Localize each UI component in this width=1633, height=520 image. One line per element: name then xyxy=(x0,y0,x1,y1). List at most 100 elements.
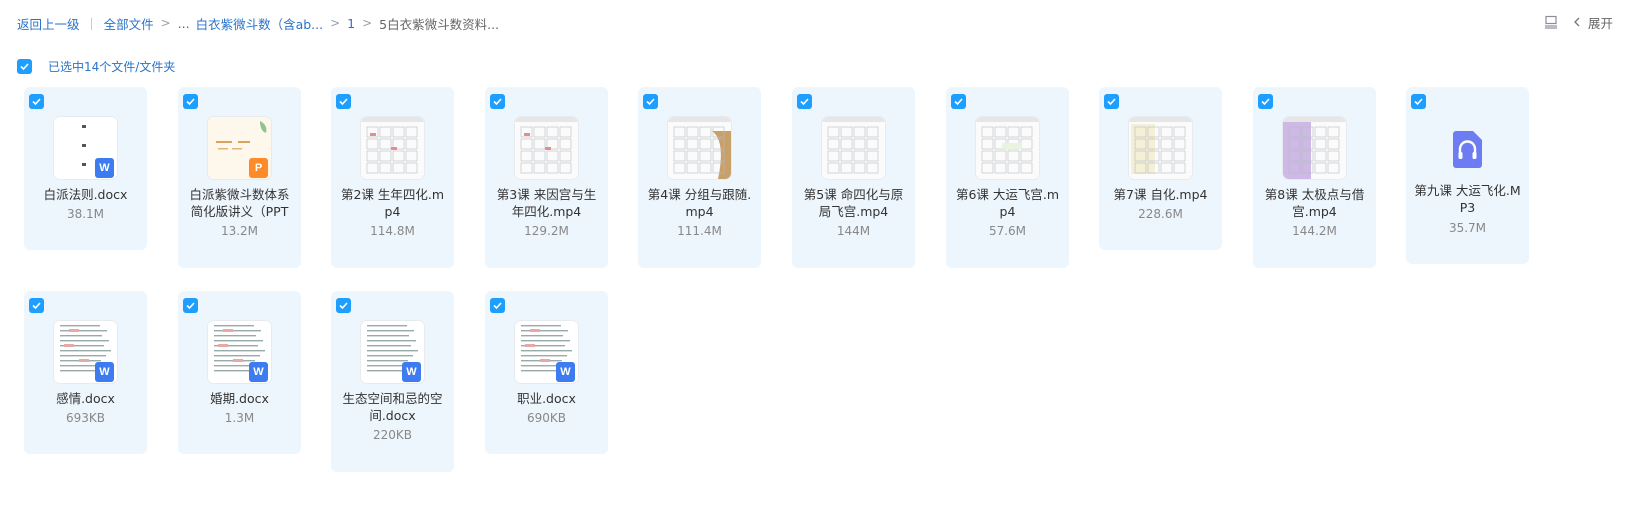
chevron-right-icon: > xyxy=(160,16,171,30)
check-icon xyxy=(800,98,809,106)
selection-count-label: 已选中14个文件/文件夹 xyxy=(48,59,176,74)
file-name: 白派紫微斗数体系简化版讲义（PPT xyxy=(189,187,290,219)
breadcrumb-current: 5白衣紫微斗数资料... xyxy=(379,16,500,32)
word-badge-icon: W xyxy=(402,362,421,382)
file-size: 144M xyxy=(836,224,871,238)
selection-header: 已选中14个文件/文件夹 xyxy=(17,57,175,75)
file-size: 13.2M xyxy=(220,224,259,238)
file-size: 690KB xyxy=(526,411,566,425)
file-name: 第7课 自化.mp4 xyxy=(1113,187,1208,202)
file-size: 57.6M xyxy=(988,224,1027,238)
expand-label: 展开 xyxy=(1587,15,1613,31)
file-size: 693KB xyxy=(65,411,105,425)
file-card[interactable]: 第7课 自化.mp4 228.6M xyxy=(1099,87,1222,250)
view-mode-icon[interactable] xyxy=(1544,15,1558,29)
file-size: 1.3M xyxy=(224,411,255,425)
video-thumbnail xyxy=(822,117,885,179)
file-checkbox[interactable] xyxy=(643,94,658,109)
file-card[interactable]: P 白派紫微斗数体系简化版讲义（PPT 13.2M xyxy=(178,87,301,268)
video-thumbnail xyxy=(976,117,1039,179)
file-checkbox[interactable] xyxy=(29,298,44,313)
chevron-right-icon: > xyxy=(330,16,341,30)
file-size: 114.8M xyxy=(370,224,415,238)
file-card[interactable]: W 白派法则.docx 38.1M xyxy=(24,87,147,250)
breadcrumb-ellipsis[interactable]: ... xyxy=(178,16,190,31)
file-size: 38.1M xyxy=(66,207,105,221)
file-card[interactable]: 第8课 太极点与借宫.mp4 144.2M xyxy=(1253,87,1376,268)
video-thumbnail xyxy=(515,117,578,179)
check-icon xyxy=(646,98,655,106)
breadcrumb-folder-1[interactable]: 白衣紫微斗数（含ab... xyxy=(196,14,324,33)
breadcrumb-bar: 返回上一级 | 全部文件 > ... 白衣紫微斗数（含ab... > 1 > 5… xyxy=(0,0,1633,44)
file-name: 第九课 大运飞化.MP3 xyxy=(1414,183,1521,215)
file-card[interactable]: 第九课 大运飞化.MP3 35.7M xyxy=(1406,87,1529,264)
file-card[interactable]: W 婚期.docx 1.3M xyxy=(178,291,301,454)
file-checkbox[interactable] xyxy=(1411,94,1426,109)
check-icon xyxy=(339,98,348,106)
check-icon xyxy=(954,98,963,106)
file-checkbox[interactable] xyxy=(797,94,812,109)
file-size: 228.6M xyxy=(1138,207,1183,221)
check-icon xyxy=(339,302,348,310)
file-name: 第8课 太极点与借宫.mp4 xyxy=(1264,187,1365,219)
word-badge-icon: W xyxy=(95,158,114,178)
word-badge-icon: W xyxy=(95,362,114,382)
file-name: 第4课 分组与跟随.mp4 xyxy=(647,187,752,219)
file-name: 第3课 来因宫与生年四化.mp4 xyxy=(496,187,597,219)
file-name: 白派法则.docx xyxy=(43,187,128,202)
file-browser-page: 返回上一级 | 全部文件 > ... 白衣紫微斗数（含ab... > 1 > 5… xyxy=(0,0,1633,520)
file-size: 35.7M xyxy=(1448,221,1487,235)
file-card[interactable]: W 感情.docx 693KB xyxy=(24,291,147,454)
file-checkbox[interactable] xyxy=(183,298,198,313)
file-name: 感情.docx xyxy=(56,391,115,406)
check-icon xyxy=(1414,98,1423,106)
check-icon xyxy=(186,302,195,310)
file-name: 婚期.docx xyxy=(210,391,269,406)
expand-button[interactable]: 展开 xyxy=(1572,13,1613,32)
breadcrumb-folder-2[interactable]: 1 xyxy=(347,16,355,31)
file-name: 生态空间和忌的空间.docx xyxy=(342,391,443,423)
file-checkbox[interactable] xyxy=(1104,94,1119,109)
check-icon xyxy=(32,98,41,106)
file-name: 第2课 生年四化.mp4 xyxy=(340,187,445,219)
audio-headphones-icon xyxy=(1436,117,1499,179)
chevron-right-icon: > xyxy=(362,16,373,30)
file-name: 第5课 命四化与原局飞宫.mp4 xyxy=(803,187,904,219)
back-link[interactable]: 返回上一级 xyxy=(17,14,80,33)
file-size: 144.2M xyxy=(1292,224,1337,238)
breadcrumb-all-files[interactable]: 全部文件 xyxy=(104,14,154,33)
file-card[interactable]: 第6课 大运飞宫.mp4 57.6M xyxy=(946,87,1069,268)
file-checkbox[interactable] xyxy=(490,94,505,109)
check-icon xyxy=(1107,98,1116,106)
file-card[interactable]: W 职业.docx 690KB xyxy=(485,291,608,454)
file-card[interactable]: 第4课 分组与跟随.mp4 111.4M xyxy=(638,87,761,268)
separator: | xyxy=(89,16,94,30)
video-thumbnail xyxy=(361,117,424,179)
file-size: 111.4M xyxy=(677,224,722,238)
file-checkbox[interactable] xyxy=(336,298,351,313)
check-icon xyxy=(20,62,29,70)
file-size: 129.2M xyxy=(524,224,569,238)
file-checkbox[interactable] xyxy=(1258,94,1273,109)
check-icon xyxy=(493,98,502,106)
select-all-checkbox[interactable] xyxy=(17,58,32,74)
check-icon xyxy=(186,98,195,106)
file-name: 职业.docx xyxy=(517,391,576,406)
video-thumbnail xyxy=(668,117,731,179)
file-checkbox[interactable] xyxy=(29,94,44,109)
video-thumbnail xyxy=(1283,117,1346,179)
file-checkbox[interactable] xyxy=(183,94,198,109)
word-badge-icon: W xyxy=(249,362,268,382)
file-checkbox[interactable] xyxy=(951,94,966,109)
file-card[interactable]: 第3课 来因宫与生年四化.mp4 129.2M xyxy=(485,87,608,268)
file-card[interactable]: W 生态空间和忌的空间.docx 220KB xyxy=(331,291,454,472)
check-icon xyxy=(1261,98,1270,106)
file-card[interactable]: 第5课 命四化与原局飞宫.mp4 144M xyxy=(792,87,915,268)
breadcrumb: 返回上一级 | 全部文件 > ... 白衣紫微斗数（含ab... > 1 > 5… xyxy=(17,14,499,32)
view-tools: 展开 xyxy=(1544,12,1613,32)
word-badge-icon: W xyxy=(556,362,575,382)
file-checkbox[interactable] xyxy=(490,298,505,313)
file-size: 220KB xyxy=(372,428,412,442)
file-checkbox[interactable] xyxy=(336,94,351,109)
file-card[interactable]: 第2课 生年四化.mp4 114.8M xyxy=(331,87,454,268)
